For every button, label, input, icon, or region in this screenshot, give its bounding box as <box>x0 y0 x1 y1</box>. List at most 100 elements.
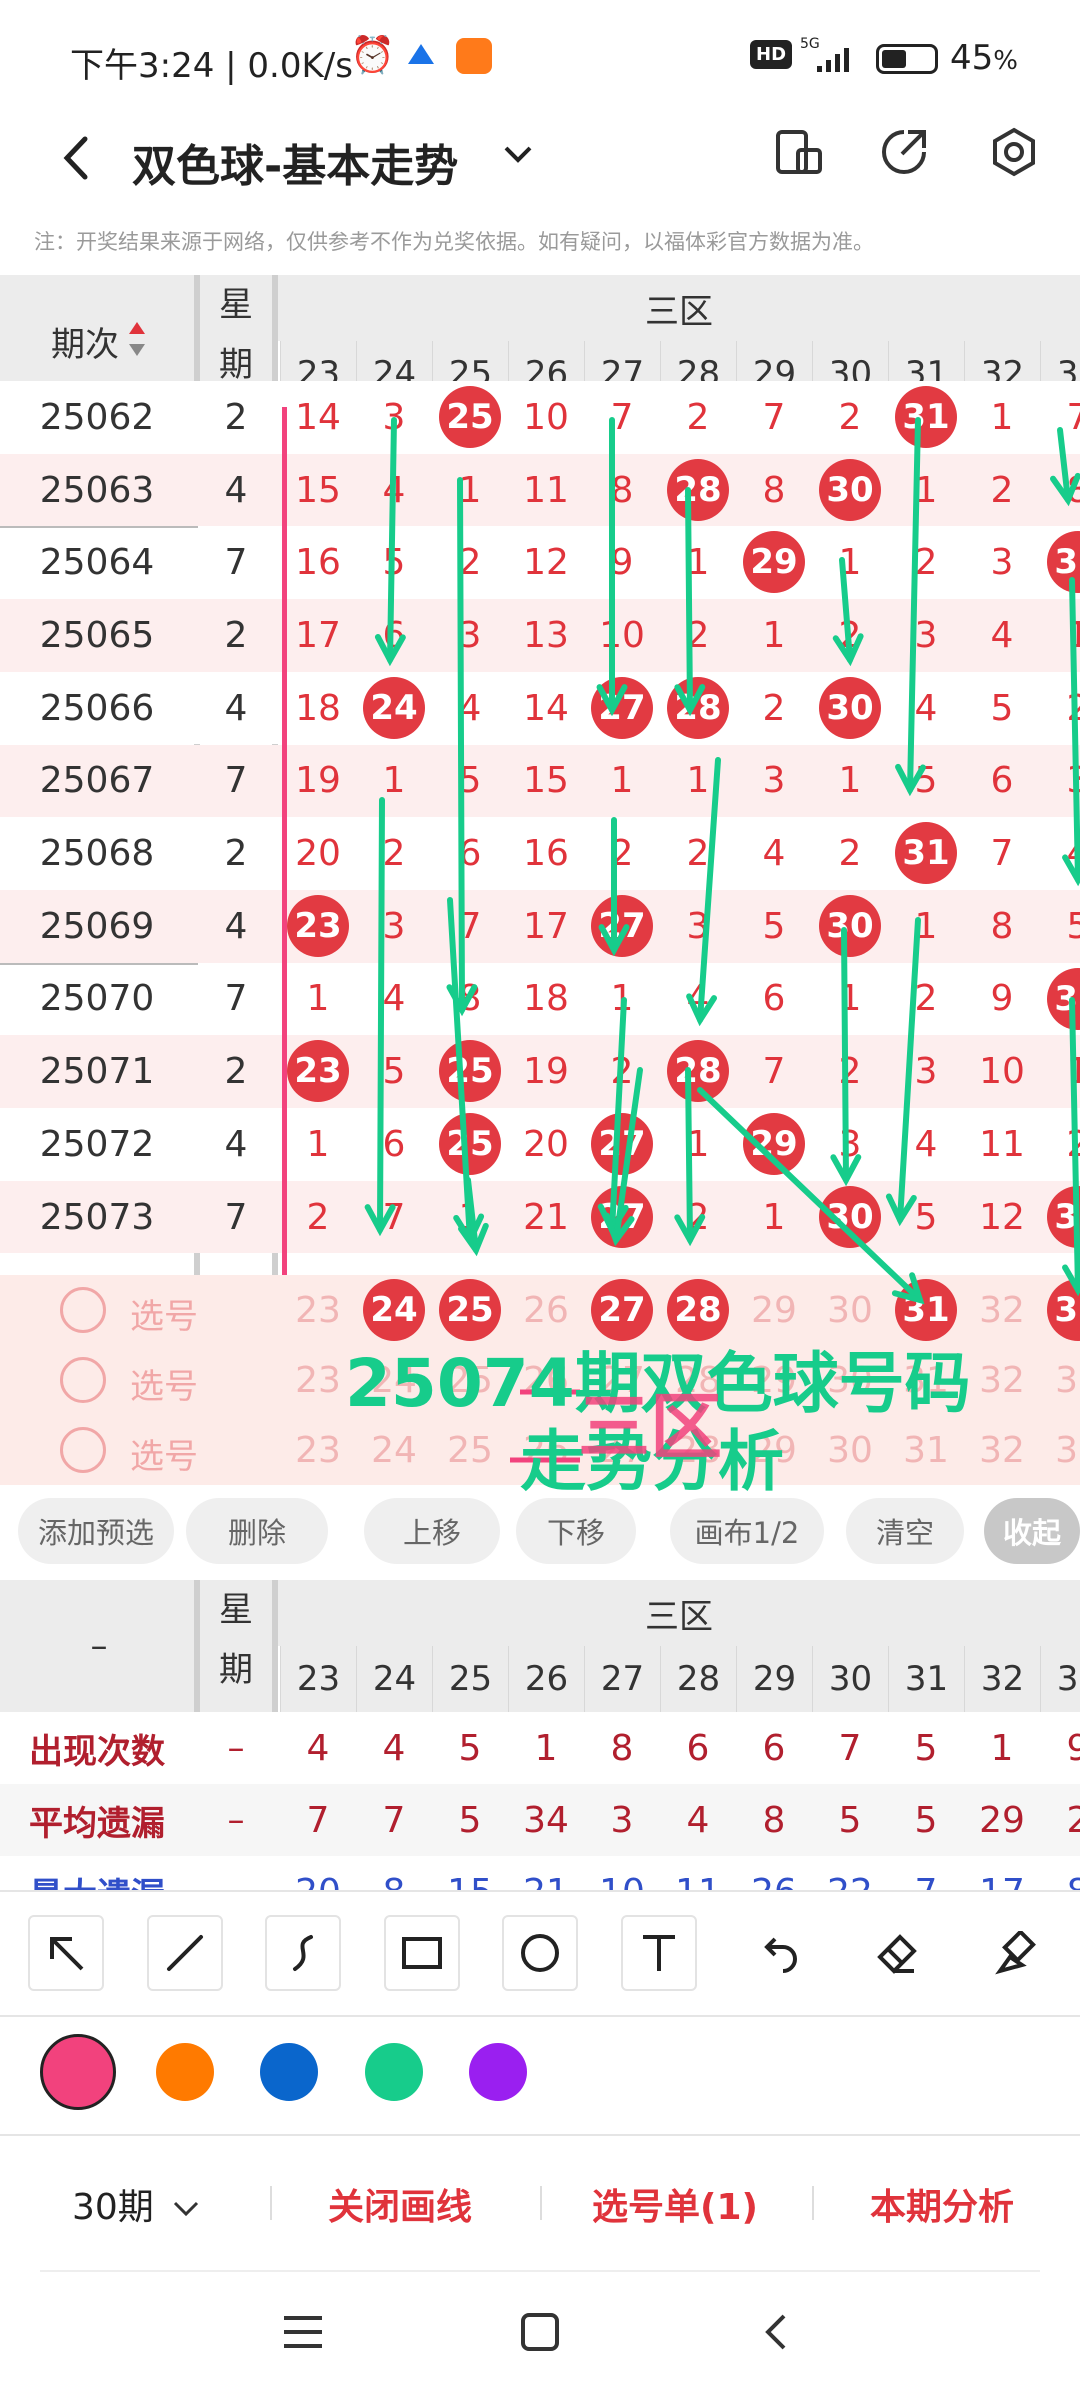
stats-value: 22 <box>812 1856 888 1891</box>
arrow-icon[interactable] <box>28 1915 104 1991</box>
stats-value: 1 <box>534 1727 558 1769</box>
stats-week-header-2: 期 <box>219 1650 253 1690</box>
action-button[interactable]: 清空 <box>846 1498 964 1564</box>
pick-list-button[interactable]: 选号单(1) <box>592 2178 758 2230</box>
stats-week-header: 星期 <box>198 1580 274 1712</box>
circle-icon[interactable] <box>502 1915 578 1991</box>
stats-value: 5 <box>838 1799 862 1841</box>
trend-arrow-line <box>457 477 465 1013</box>
stats-value: 7 <box>888 1856 964 1891</box>
period-select-label: 30期 <box>72 2187 154 2228</box>
stats-column-header: 28 <box>660 1646 736 1712</box>
stats-value: 4 <box>686 1799 710 1841</box>
period-select[interactable]: 30期 <box>72 2178 201 2230</box>
stats-column-header: 33 <box>1040 1646 1080 1712</box>
divider <box>0 1890 1080 1892</box>
action-button[interactable]: 添加预选 <box>18 1498 174 1564</box>
stats-value: 7 <box>382 1799 406 1841</box>
stats-column-header: 26 <box>508 1646 584 1712</box>
trend-arrow-line <box>387 417 397 663</box>
color-swatch[interactable] <box>469 2043 527 2101</box>
stats-value: 4 <box>382 1727 406 1769</box>
undo-icon[interactable] <box>739 1915 815 1991</box>
stats-column-header: 31 <box>888 1646 964 1712</box>
stats-column-header: 32 <box>964 1646 1040 1712</box>
stats-value: 29 <box>979 1799 1025 1841</box>
stats-value: 10 <box>584 1856 660 1891</box>
text-icon[interactable] <box>620 1915 697 1991</box>
trend-arrow-line <box>841 927 849 1183</box>
stats-value: 5 <box>458 1799 482 1841</box>
chevron-down-icon <box>174 2201 199 2217</box>
stats-value: 5 <box>914 1727 938 1769</box>
trend-arrow-line <box>697 757 721 1023</box>
trend-arrow-line <box>907 417 921 793</box>
close-lines-button[interactable]: 关闭画线 <box>328 2178 472 2230</box>
stats-value: 3 <box>610 1799 634 1841</box>
color-swatch[interactable] <box>365 2043 423 2101</box>
divider <box>812 2186 814 2220</box>
stats-value: 4 <box>306 1727 330 1769</box>
stats-week-cell <box>200 1856 272 1890</box>
stats-value: 6 <box>686 1727 710 1769</box>
color-swatch[interactable] <box>40 2034 116 2110</box>
stats-value: 17 <box>964 1856 1040 1891</box>
stats-week-header-1: 星 <box>219 1590 253 1630</box>
overlay-handwritten: 三区 <box>578 1385 723 1469</box>
stats-value: 6 <box>762 1727 786 1769</box>
stats-value: 5 <box>458 1727 482 1769</box>
stats-column-header: 24 <box>356 1646 432 1712</box>
stats-column-header: 29 <box>736 1646 812 1712</box>
action-button[interactable]: 画布1/2 <box>670 1498 824 1564</box>
menu-nav-icon[interactable] <box>282 2312 324 2356</box>
clear-brush-icon[interactable] <box>976 1915 1052 1991</box>
trend-arrow-line <box>377 797 385 1233</box>
color-swatch[interactable] <box>156 2043 214 2101</box>
color-swatch[interactable] <box>260 2043 318 2101</box>
stats-value: 7 <box>838 1727 862 1769</box>
current-analysis-button[interactable]: 本期分析 <box>870 2178 1014 2230</box>
trend-arrow-line <box>1069 577 1080 883</box>
line-icon[interactable] <box>146 1915 223 1991</box>
stats-value: 8 <box>610 1727 634 1769</box>
stats-value: 21 <box>508 1856 584 1891</box>
action-button[interactable]: 删除 <box>186 1498 328 1564</box>
stats-column-header: 25 <box>432 1646 508 1712</box>
stats-value: 15 <box>432 1856 508 1891</box>
stats-value: 8 <box>356 1856 432 1891</box>
back-nav-icon[interactable] <box>760 2312 790 2356</box>
stats-zone-header: 三区 <box>278 1580 1080 1646</box>
trend-arrow-line <box>897 917 921 1223</box>
divider <box>540 2186 542 2220</box>
stats-value: 8 <box>1040 1856 1080 1891</box>
stats-row-label: 最大遗漏 <box>0 1856 194 1891</box>
stats-column-header: 27 <box>584 1646 660 1712</box>
stats-value: 20 <box>280 1856 356 1891</box>
eraser-icon[interactable] <box>858 1915 934 1991</box>
stats-value: 8 <box>762 1799 786 1841</box>
stats-value: 5 <box>914 1799 938 1841</box>
divider <box>40 2270 1040 2272</box>
stats-value: 34 <box>523 1799 569 1841</box>
stats-week-cell: – <box>227 1728 245 1768</box>
freehand-icon[interactable] <box>265 1915 341 1991</box>
rectangle-icon[interactable] <box>383 1915 460 1991</box>
stats-value: 26 <box>736 1856 812 1891</box>
stats-column-header: 23 <box>280 1646 356 1712</box>
divider <box>0 2134 1080 2136</box>
divider <box>270 2186 272 2220</box>
stats-row-label: 平均遗漏 <box>29 1803 165 1844</box>
trend-arrow-line <box>685 1067 693 1243</box>
stats-table: –星期三区2324252627282930313233出现次数–44518667… <box>0 1580 1080 1890</box>
home-nav-icon[interactable] <box>520 2312 560 2356</box>
stats-value: 11 <box>660 1856 736 1891</box>
stats-row-label: 出现次数 <box>29 1731 165 1772</box>
stats-week-cell: – <box>227 1800 245 1840</box>
action-button[interactable]: 上移 <box>364 1498 500 1564</box>
action-button[interactable]: 下移 <box>516 1498 636 1564</box>
divider <box>0 2015 1080 2017</box>
action-button[interactable]: 收起 <box>984 1498 1080 1564</box>
drawing-overlay <box>364 417 1080 1463</box>
stats-column-header: 30 <box>812 1646 888 1712</box>
stats-value: 2 <box>1066 1799 1080 1841</box>
